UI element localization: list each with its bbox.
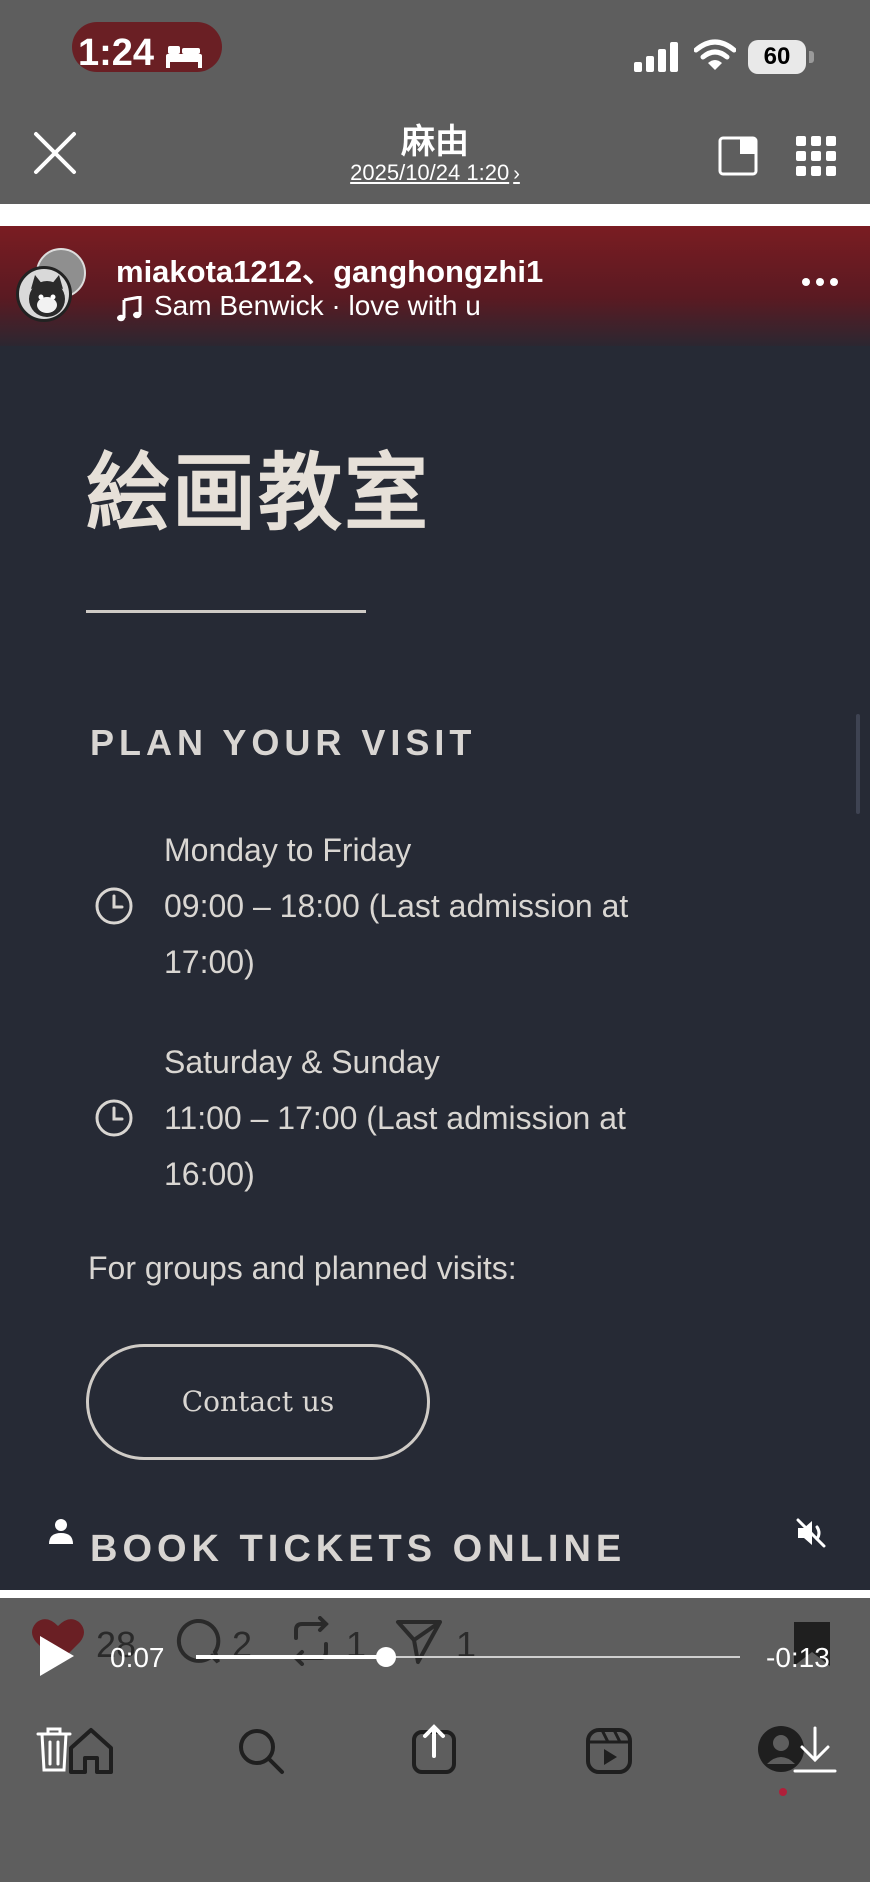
- cat-avatar-icon: [29, 275, 65, 317]
- clock-icon: [95, 887, 133, 925]
- notification-dot: [779, 1788, 787, 1796]
- share-icon[interactable]: [410, 1724, 458, 1774]
- weekend-hours-line1: 11:00 – 17:00 (Last admission at: [164, 1100, 626, 1136]
- status-time: 1:24: [78, 32, 155, 74]
- battery-cap: [809, 51, 814, 63]
- send-count: 1: [456, 1624, 477, 1665]
- battery-icon: 60: [748, 40, 814, 74]
- person-icon[interactable]: [46, 1516, 76, 1546]
- battery-level: 60: [748, 40, 806, 74]
- progress-slider[interactable]: [196, 1647, 740, 1667]
- divider-top: [0, 204, 870, 226]
- header-date-text: 2025/10/24 1:20: [350, 160, 510, 185]
- bed-icon: [166, 46, 202, 68]
- search-icon[interactable]: [236, 1726, 286, 1776]
- progress-fill: [196, 1655, 387, 1659]
- header-title: 麻由: [401, 123, 469, 161]
- close-icon[interactable]: [30, 128, 80, 178]
- mute-icon[interactable]: [794, 1516, 828, 1550]
- groups-text: For groups and planned visits:: [88, 1250, 517, 1286]
- grid-icon[interactable]: [796, 136, 836, 176]
- reels-icon[interactable]: [584, 1726, 634, 1776]
- send-icon[interactable]: [394, 1616, 444, 1666]
- status-bar: 1:24 60: [0, 0, 870, 110]
- music-note-icon: [117, 296, 142, 322]
- video-player[interactable]: miakota1212、ganghongzhi1 Sam Benwick · l…: [0, 226, 870, 1590]
- weekend-hours-line2: 16:00): [164, 1156, 255, 1192]
- weekday-hours: Monday to Friday 09:00 – 18:00 (Last adm…: [164, 822, 628, 990]
- weekend-hours: Saturday & Sunday 11:00 – 17:00 (Last ad…: [164, 1034, 626, 1202]
- post-header: miakota1212、ganghongzhi1 Sam Benwick · l…: [0, 226, 870, 346]
- weekday-hours-line1: 09:00 – 18:00 (Last admission at: [164, 888, 629, 924]
- content-heading: 絵画教室: [86, 443, 431, 542]
- weekday-hours-line2: 17:00): [164, 944, 255, 980]
- plan-visit-title: PLAN YOUR VISIT: [90, 722, 477, 763]
- music-track[interactable]: Sam Benwick · love with u: [154, 290, 481, 322]
- weekend-days: Saturday & Sunday: [164, 1044, 440, 1080]
- elapsed-time: 0:07: [110, 1642, 165, 1673]
- weekday-days: Monday to Friday: [164, 832, 412, 868]
- play-button[interactable]: [36, 1634, 76, 1678]
- remaining-time: -0:13: [766, 1642, 830, 1673]
- split-view-icon[interactable]: [718, 136, 758, 176]
- page-scrollbar: [856, 714, 860, 814]
- repost-count: 1: [346, 1624, 367, 1665]
- clock-icon: [95, 1099, 133, 1137]
- book-tickets-title: BOOK TICKETS ONLINE: [90, 1528, 627, 1570]
- more-icon[interactable]: [800, 276, 840, 288]
- chevron-right-icon: ›: [513, 163, 520, 185]
- signal-icon: [634, 42, 678, 72]
- trash-icon[interactable]: [34, 1726, 74, 1772]
- comment-count: 2: [232, 1624, 253, 1665]
- avatar[interactable]: [16, 266, 72, 322]
- header-date-link[interactable]: 2025/10/24 1:20 ›: [300, 160, 570, 186]
- divider-bottom: [0, 1590, 870, 1598]
- contact-us-button: Contact us: [86, 1344, 430, 1460]
- download-icon[interactable]: [792, 1726, 838, 1774]
- wifi-icon: [694, 39, 736, 70]
- heading-divider: [86, 610, 366, 613]
- post-usernames[interactable]: miakota1212、ganghongzhi1: [116, 246, 543, 291]
